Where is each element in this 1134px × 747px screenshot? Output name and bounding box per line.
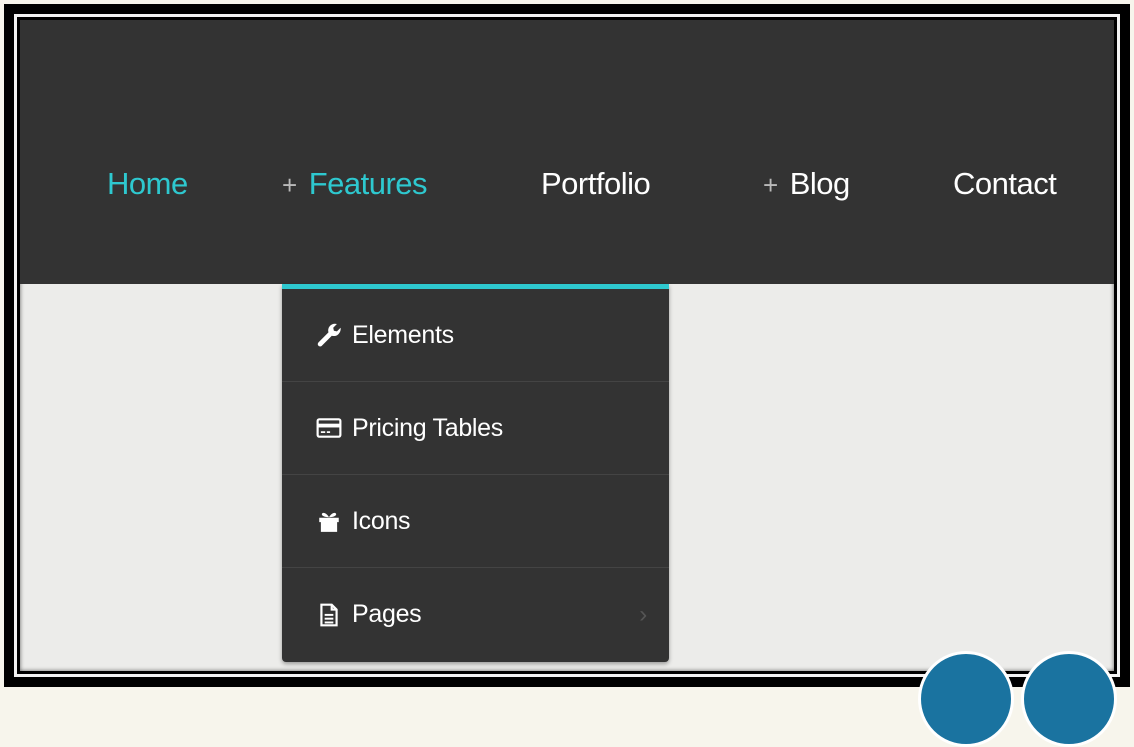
nav-item-label: Portfolio — [541, 166, 651, 201]
dropdown-item-label: Pricing Tables — [352, 413, 503, 442]
chevron-right-icon: › — [639, 600, 647, 628]
document-icon — [316, 602, 342, 628]
dropdown-item-pages[interactable]: Pages › — [282, 568, 669, 661]
plus-icon: + — [282, 170, 297, 200]
decorative-circle — [1021, 651, 1117, 747]
nav-item-contact[interactable]: Contact — [953, 164, 1057, 204]
nav-item-features[interactable]: + Features — [282, 164, 428, 204]
main-navbar: Home + Features Portfolio + Blog Contact — [20, 20, 1114, 284]
gift-icon — [316, 508, 342, 534]
nav-item-label: Blog — [789, 166, 851, 201]
nav-item-label: Features — [308, 166, 428, 201]
dropdown-item-label: Elements — [352, 320, 454, 349]
plus-icon: + — [763, 170, 778, 200]
features-dropdown-menu: Elements Pricing Tables Icons Pages › — [282, 284, 669, 662]
credit-card-icon — [316, 415, 342, 441]
dropdown-item-elements[interactable]: Elements — [282, 289, 669, 382]
page-viewport: Home + Features Portfolio + Blog Contact — [20, 20, 1114, 671]
dropdown-item-label: Icons — [352, 506, 411, 535]
screenshot-border: Home + Features Portfolio + Blog Contact — [14, 14, 1120, 677]
decorative-circle — [918, 651, 1014, 747]
dropdown-item-label: Pages — [352, 600, 422, 628]
nav-item-blog[interactable]: + Blog — [763, 164, 850, 204]
nav-item-portfolio[interactable]: Portfolio — [541, 164, 651, 204]
nav-item-label: Home — [107, 166, 188, 201]
dropdown-item-icons[interactable]: Icons — [282, 475, 669, 568]
nav-item-home[interactable]: Home — [107, 164, 188, 204]
wrench-icon — [316, 322, 342, 348]
dropdown-item-pricing-tables[interactable]: Pricing Tables — [282, 382, 669, 475]
nav-item-label: Contact — [953, 166, 1057, 201]
screenshot-frame: Home + Features Portfolio + Blog Contact — [4, 4, 1130, 687]
